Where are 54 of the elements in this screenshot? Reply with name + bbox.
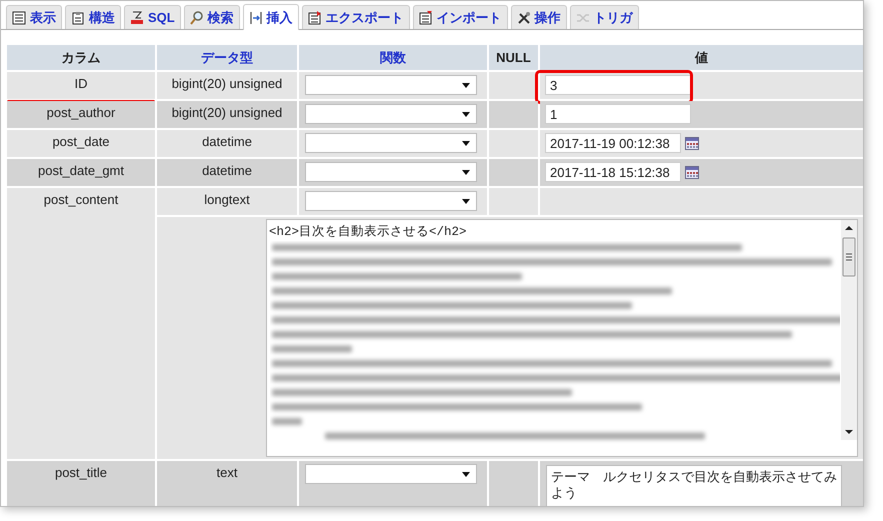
tab[interactable]: インポート bbox=[412, 5, 508, 29]
value-field[interactable]: 1 bbox=[545, 104, 691, 124]
content-text: <h2>目次を自動表示させる</h2> bbox=[268, 224, 468, 240]
function-dropdown[interactable] bbox=[305, 75, 477, 95]
function-dropdown[interactable] bbox=[305, 191, 477, 211]
column-header: 値 bbox=[540, 45, 863, 70]
tab[interactable]: 挿入 bbox=[242, 4, 299, 30]
tab[interactable]: 検索 bbox=[184, 5, 240, 29]
function-dropdown[interactable] bbox=[305, 133, 477, 153]
clipboard-icon bbox=[71, 10, 85, 24]
data-type: datetime bbox=[202, 163, 252, 178]
function-dropdown[interactable] bbox=[305, 162, 477, 182]
function-dropdown[interactable] bbox=[305, 104, 477, 124]
search-icon bbox=[190, 10, 204, 24]
column-name: post_date_gmt bbox=[38, 163, 124, 178]
date-field[interactable]: 2017-11-18 15:12:38 bbox=[545, 162, 681, 182]
tab[interactable]: SQL bbox=[124, 5, 181, 29]
column-header[interactable]: データ型 bbox=[157, 45, 297, 70]
insert-icon bbox=[248, 10, 263, 24]
data-type: bigint(20) unsigned bbox=[172, 105, 282, 120]
caret-icon bbox=[462, 112, 470, 116]
tab[interactable]: エクスポート bbox=[302, 5, 410, 29]
caret-icon bbox=[462, 170, 470, 174]
column-name: ID bbox=[74, 76, 88, 91]
data-type: text bbox=[216, 465, 238, 480]
calendar-icon[interactable] bbox=[685, 166, 699, 179]
export-icon bbox=[308, 10, 322, 24]
tools-icon bbox=[516, 10, 531, 24]
value-field[interactable]: 3 bbox=[545, 75, 691, 95]
sql-icon bbox=[130, 10, 144, 24]
caret-icon bbox=[462, 140, 470, 146]
data-type: datetime bbox=[202, 134, 252, 149]
tab[interactable]: 表示 bbox=[6, 5, 62, 29]
caret-icon bbox=[462, 82, 470, 88]
tab[interactable]: 操作 bbox=[510, 5, 567, 29]
calendar-icon[interactable] bbox=[685, 137, 699, 150]
import-icon bbox=[418, 10, 433, 24]
date-field[interactable]: 2017-11-19 00:12:38 bbox=[545, 133, 681, 153]
column-name: post_title bbox=[54, 465, 108, 480]
column-name: post_content bbox=[44, 192, 118, 207]
column-header[interactable]: 関数 bbox=[299, 45, 487, 70]
column-name: post_date bbox=[52, 134, 110, 149]
column-header: NULL bbox=[489, 45, 538, 70]
function-dropdown[interactable] bbox=[305, 464, 477, 484]
column-header: カラム bbox=[7, 45, 155, 70]
tab[interactable]: 構造 bbox=[65, 5, 121, 29]
column-name: post_author bbox=[46, 105, 116, 120]
data-type: bigint(20) unsigned bbox=[172, 76, 282, 91]
title-field[interactable]: テーマ ルクセリタスで目次を自動表示させてみよう bbox=[546, 465, 842, 506]
list-icon bbox=[12, 10, 26, 24]
caret-icon bbox=[462, 198, 470, 204]
caret-icon bbox=[462, 472, 470, 476]
content-field[interactable]: <h2>目次を自動表示させる</h2> bbox=[266, 219, 858, 457]
data-type: longtext bbox=[204, 192, 250, 207]
